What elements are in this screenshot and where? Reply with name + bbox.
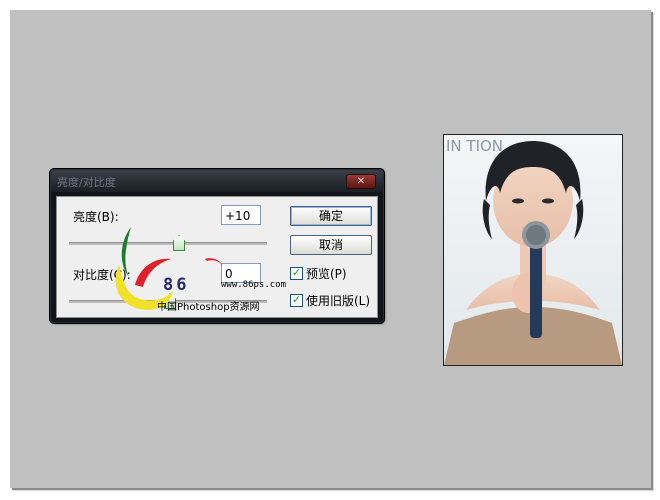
contrast-label: 对比度(C): bbox=[73, 268, 131, 282]
close-button[interactable]: ✕ bbox=[346, 174, 376, 189]
legacy-label[interactable]: 使用旧版(L) bbox=[306, 292, 370, 309]
brightness-label: 亮度(B): bbox=[73, 210, 119, 224]
dialog-title: 亮度/对比度 bbox=[57, 176, 116, 189]
preview-checkbox[interactable]: ✓ bbox=[290, 267, 303, 280]
contrast-slider-thumb[interactable] bbox=[164, 293, 176, 309]
dialog-titlebar[interactable]: 亮度/对比度 ✕ bbox=[51, 170, 383, 192]
legacy-checkbox[interactable]: ✓ bbox=[290, 294, 303, 307]
dialog-body: 亮度(B): +10 对比度(C): 0 确定 取消 ✓ 预览(P) ✓ 使用旧… bbox=[56, 196, 378, 318]
document-image: IN TION bbox=[443, 134, 623, 366]
brightness-input[interactable]: +10 bbox=[221, 205, 261, 225]
backdrop-text: IN TION bbox=[446, 137, 503, 155]
portrait-photo: IN TION bbox=[444, 135, 622, 365]
brightness-slider-thumb[interactable] bbox=[173, 235, 185, 251]
cancel-button[interactable]: 取消 bbox=[290, 235, 372, 255]
ok-button[interactable]: 确定 bbox=[290, 206, 372, 226]
brightness-contrast-dialog: 亮度/对比度 ✕ 亮度(B): +10 对比度(C): 0 确定 取消 ✓ 预览… bbox=[50, 169, 384, 323]
watermark-number: 86 bbox=[163, 275, 190, 295]
brightness-slider-track[interactable] bbox=[69, 242, 267, 245]
contrast-input[interactable]: 0 bbox=[221, 263, 261, 283]
preview-label[interactable]: 预览(P) bbox=[306, 265, 347, 282]
